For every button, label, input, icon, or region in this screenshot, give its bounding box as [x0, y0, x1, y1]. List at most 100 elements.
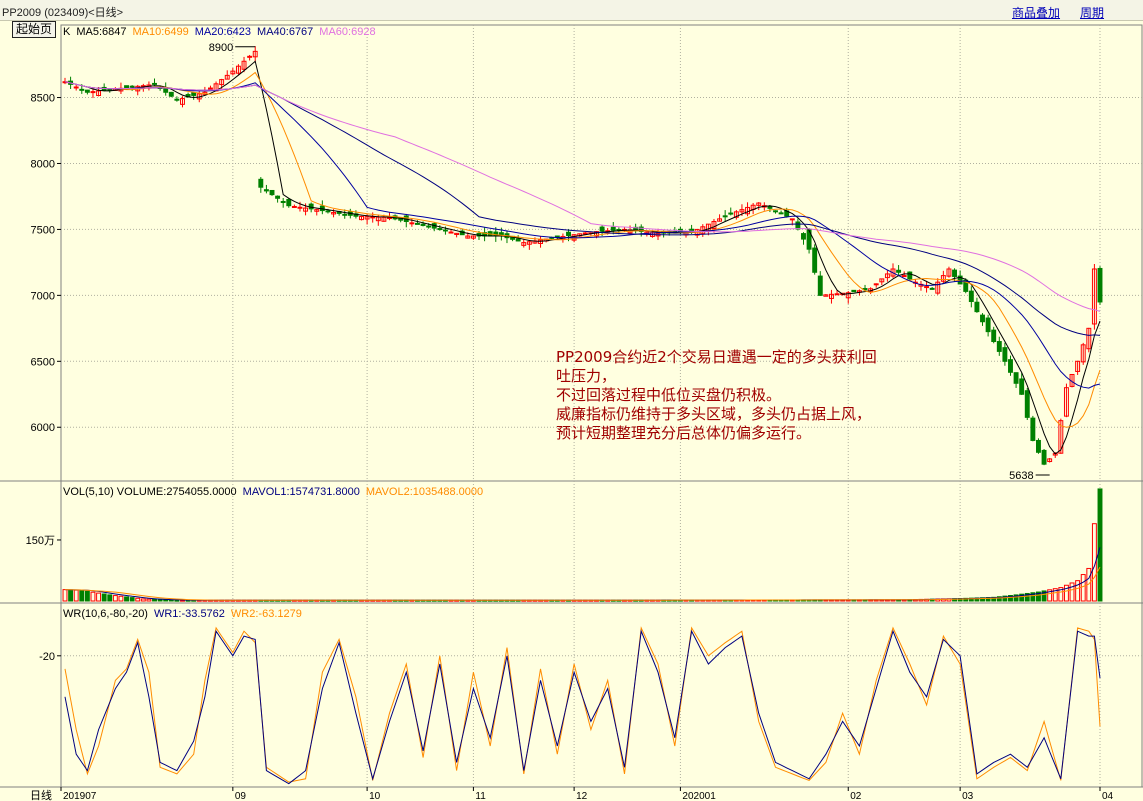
volume-bar — [157, 599, 163, 602]
candle-body — [79, 88, 85, 91]
candle-body — [974, 301, 980, 313]
volume-bar — [174, 599, 180, 602]
volume-legend-item: VOL(5,10) VOLUME:2754055.0000 — [63, 486, 237, 498]
candle-body — [1024, 390, 1030, 418]
time-tick-label: 11 — [475, 791, 486, 801]
volume-bar — [146, 598, 152, 602]
candle-body — [722, 215, 728, 218]
volume-bar — [124, 596, 129, 602]
candle-body — [929, 287, 935, 290]
moving-average-line — [64, 81, 1101, 336]
candle-body — [191, 92, 197, 96]
volume-bar — [90, 591, 96, 602]
time-tick-label: 202001 — [682, 791, 716, 801]
candle-body — [1002, 347, 1008, 362]
candle-body — [924, 286, 930, 289]
high-marker-label: 8900 — [209, 42, 233, 54]
period-link[interactable]: 周期 — [1080, 4, 1104, 21]
volume-bar — [152, 598, 157, 602]
volume-bar — [79, 589, 85, 602]
volume-bar — [1069, 582, 1075, 602]
volume-tick-label: 150万 — [26, 535, 55, 547]
volume-bar — [107, 594, 113, 602]
candle-body — [901, 275, 907, 278]
candle-body — [996, 341, 1002, 352]
candle-body — [84, 89, 90, 93]
candle-body — [851, 289, 857, 293]
candle-body — [873, 283, 879, 286]
candle-body — [610, 226, 616, 231]
price-tick-label: 7500 — [31, 224, 55, 236]
candle-body — [174, 98, 180, 101]
candle-body — [907, 271, 913, 280]
candle-body — [728, 212, 734, 215]
volume-legend-item: MAVOL2:1035488.0000 — [366, 486, 483, 498]
candle-body — [817, 275, 823, 296]
period-label: 日线 — [30, 788, 52, 801]
candle-body — [968, 290, 974, 303]
time-tick-label: 09 — [235, 791, 247, 801]
candle-body — [73, 86, 79, 89]
candle-body — [420, 223, 426, 226]
candle-body — [258, 178, 264, 188]
volume-bar — [129, 597, 135, 602]
candle-body — [991, 329, 997, 343]
volume-bar — [73, 589, 79, 602]
price-legend-item: K — [63, 26, 71, 38]
candle-body — [124, 85, 129, 89]
candle-body — [801, 233, 806, 240]
wr-line — [64, 626, 1101, 783]
volume-bar — [140, 598, 146, 602]
time-tick-label: 10 — [369, 791, 381, 801]
time-tick-label: 03 — [962, 791, 974, 801]
mavol2-line — [64, 566, 1101, 601]
candle-body — [1013, 372, 1019, 384]
annotation-line: 不过回落过程中低位买盘仍积极。 — [556, 386, 782, 404]
candle-body — [415, 222, 420, 225]
candle-body — [275, 195, 281, 199]
volume-bar — [112, 595, 118, 602]
time-tick-label: 04 — [1102, 791, 1114, 801]
volume-bar — [62, 589, 68, 602]
candle-body — [269, 189, 275, 196]
candle-body — [370, 216, 376, 219]
volume-bar — [1075, 580, 1081, 602]
candle-body — [1041, 449, 1047, 465]
mavol1-line — [64, 547, 1101, 601]
candle-body — [952, 269, 957, 277]
volume-legend-item: MAVOL1:1574731.8000 — [243, 486, 360, 498]
wr-legend-item: WR1:-33.5762 — [154, 608, 225, 620]
price-tick-label: 8000 — [31, 158, 55, 170]
candle-body — [896, 269, 902, 273]
overlay-commodity-link[interactable]: 商品叠加 — [1012, 4, 1060, 21]
candle-body — [1019, 378, 1025, 395]
wr-legend-item: WR(10,6,-80,-20) — [63, 608, 148, 620]
volume-bar — [135, 597, 141, 602]
symbol-label: PP2009 (023409)<日线> — [2, 7, 124, 19]
candle-body — [448, 231, 454, 234]
volume-bar — [68, 589, 74, 602]
annotation-line: 威廉指标仍维持于多头区域，多头仍占据上风， — [556, 405, 872, 423]
candle-body — [980, 314, 985, 323]
analysis-annotation: PP2009合约近2个交易日遭遇一定的多头获利回 吐压力， 不过回落过程中低位买… — [556, 348, 956, 443]
candle-body — [812, 247, 818, 273]
low-marker-label: 5638 — [1009, 470, 1033, 482]
moving-average-line — [64, 81, 1101, 312]
candle-body — [566, 231, 571, 237]
volume-bar — [163, 599, 169, 602]
candle-body — [795, 221, 801, 230]
volume-bar — [84, 590, 90, 602]
price-legend-item: MA40:6767 — [257, 26, 313, 38]
time-tick-label: 02 — [850, 791, 862, 801]
volume-bar — [101, 593, 107, 602]
price-legend-item: MA5:6847 — [76, 26, 126, 38]
annotation-line: PP2009合约近2个交易日遭遇一定的多头获利回 — [556, 348, 877, 366]
price-tick-label: 8500 — [31, 93, 55, 105]
candle-body — [263, 189, 269, 192]
candle-body — [985, 317, 991, 333]
candle-body — [789, 218, 795, 221]
candle-body — [208, 87, 213, 90]
time-tick-label: 12 — [576, 791, 588, 801]
annotation-line: 吐压力， — [556, 367, 617, 385]
price-tick-label: 6500 — [31, 356, 55, 368]
